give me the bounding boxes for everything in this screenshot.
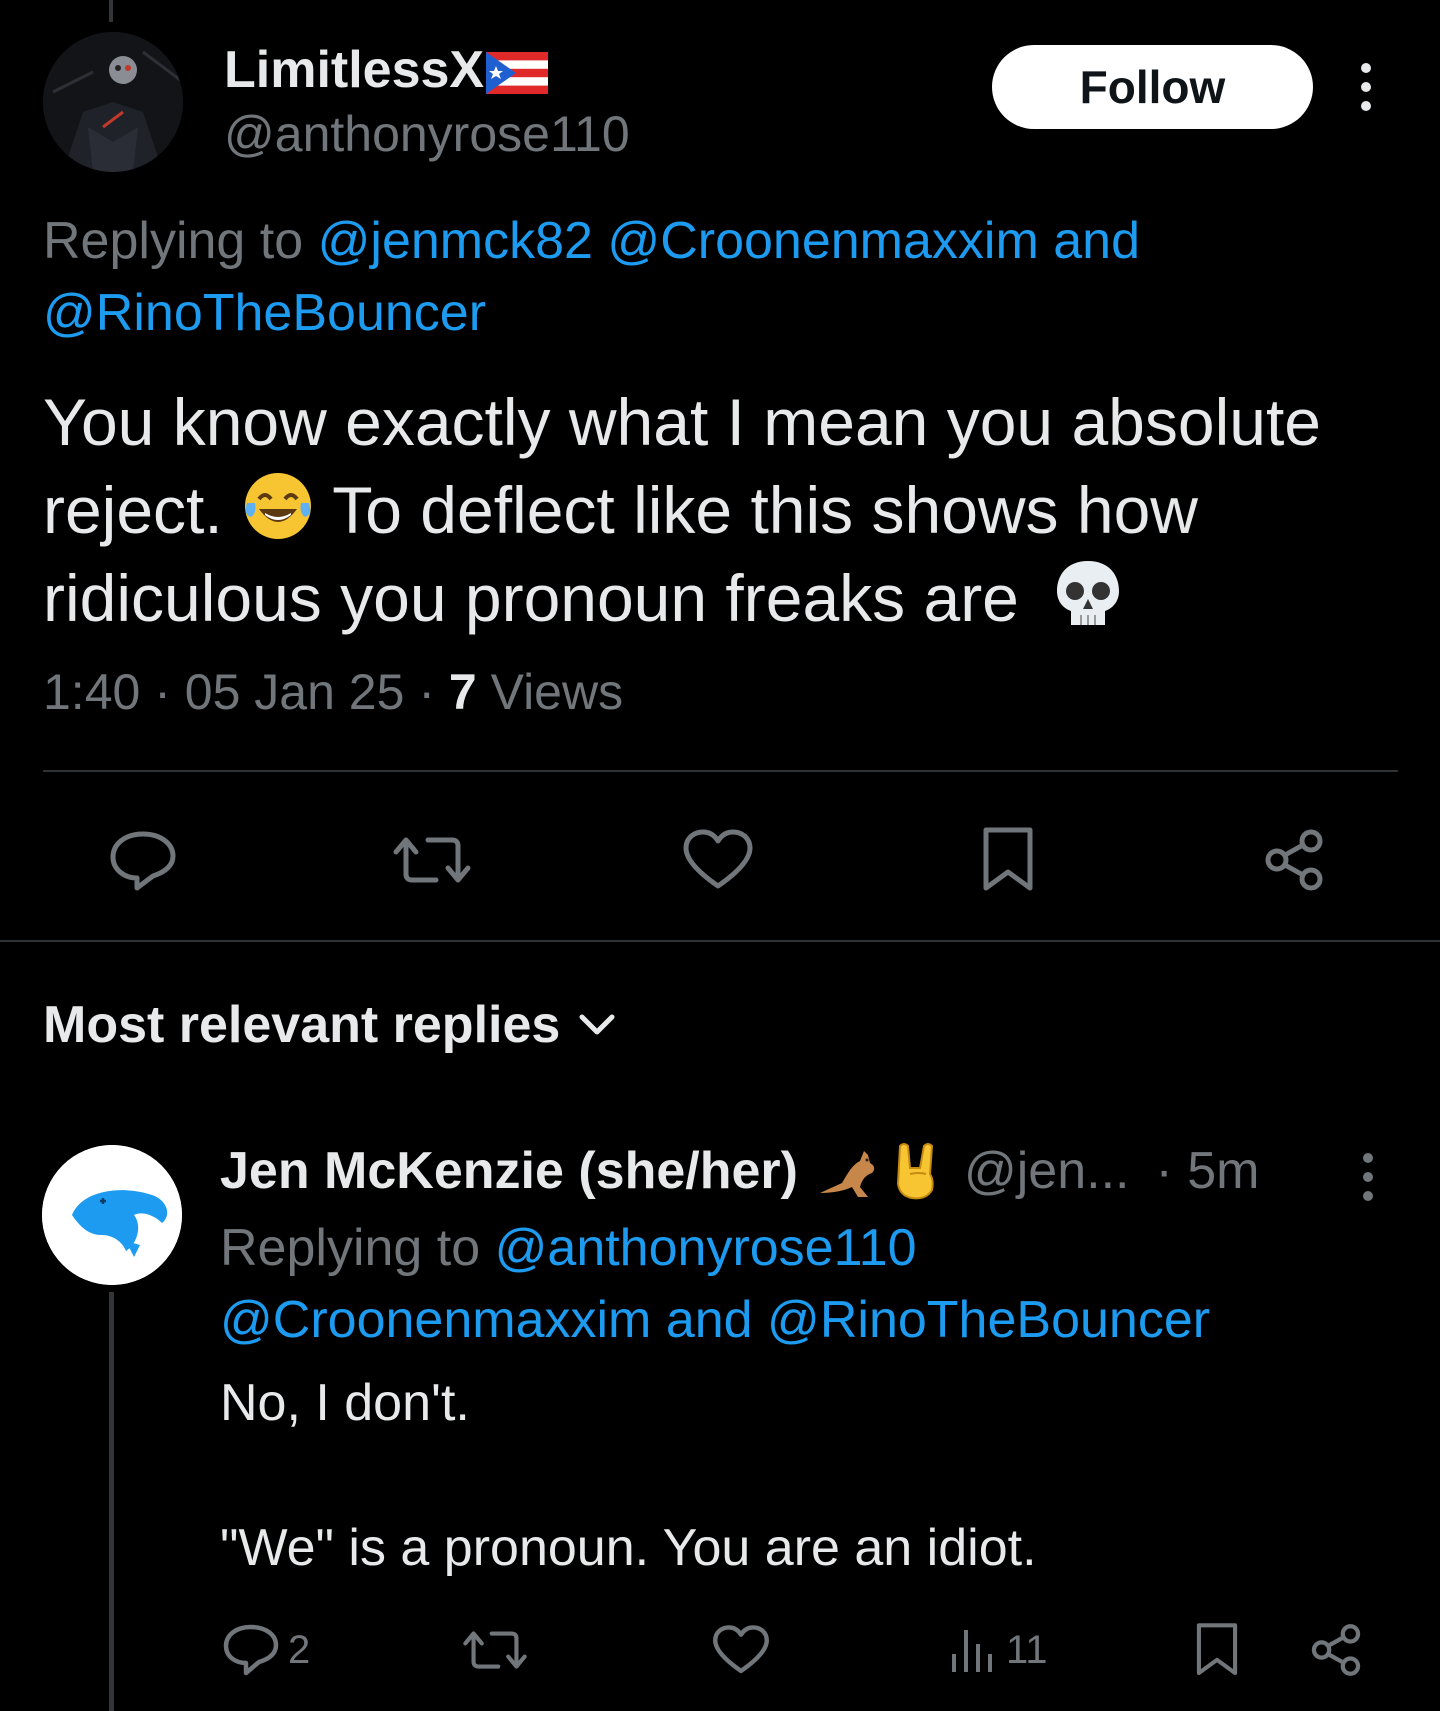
tweet-meta: 1:40 · 05 Jan 25 · 7 Views [43, 663, 623, 721]
author-handle[interactable]: @anthonyrose110 [224, 105, 630, 163]
reply-action[interactable]: 2 [222, 1610, 310, 1690]
like-icon[interactable] [712, 1610, 770, 1690]
mention-link[interactable]: @Croonenmaxxim [220, 1291, 651, 1349]
tweet-date[interactable]: 05 Jan 25 [185, 664, 405, 720]
share-icon[interactable] [1308, 1610, 1364, 1690]
tweet-text: You know exactly what I mean you absolut… [43, 378, 1403, 642]
reply-replying-to-line-1: Replying to @anthonyrose110 [220, 1212, 917, 1284]
reply-author-avatar[interactable] [42, 1145, 182, 1285]
mention-link[interactable]: @jenmck82 [318, 212, 593, 270]
view-count: 11 [1006, 1627, 1048, 1672]
chevron-down-icon [578, 1013, 616, 1037]
analytics-icon [948, 1624, 998, 1676]
reply-replying-to-line-2: @Croonenmaxxim and @RinoTheBouncer [220, 1284, 1210, 1356]
tweet-text-fragment: reject. [43, 473, 223, 547]
reply-icon [222, 1623, 280, 1677]
bookmark-icon[interactable] [1194, 1610, 1240, 1690]
tweet-text-line: ridiculous you pronoun freaks are [43, 554, 1403, 642]
mention-link[interactable]: @anthonyrose110 [495, 1219, 917, 1277]
mention-link[interactable]: @RinoTheBouncer [43, 284, 486, 342]
puerto-rico-flag-icon [486, 52, 549, 95]
display-name-text: LimitlessX [224, 41, 485, 99]
face-with-tears-of-joy-icon [241, 469, 315, 543]
meta-separator: · [418, 664, 435, 720]
share-icon[interactable] [1254, 820, 1334, 900]
retweet-icon[interactable] [462, 1610, 528, 1690]
reply-time[interactable]: · 5m [1155, 1141, 1259, 1201]
author-avatar[interactable] [43, 32, 183, 172]
reply-count: 2 [288, 1627, 311, 1672]
reply-handle[interactable]: @jen... [964, 1141, 1130, 1201]
kangaroo-icon [812, 1143, 880, 1199]
replying-and[interactable]: and [1053, 212, 1140, 270]
views-count: 7 [448, 664, 477, 720]
divider [43, 770, 1398, 772]
author-display-name[interactable]: LimitlessX [224, 40, 549, 100]
thread-connector [109, 1292, 114, 1711]
replying-to-line-2: @RinoTheBouncer [43, 277, 486, 349]
more-options-icon[interactable] [1356, 1152, 1380, 1202]
mention-link[interactable]: @Croonenmaxxim [607, 212, 1038, 270]
views-action[interactable]: 11 [948, 1610, 1048, 1690]
bookmark-icon[interactable] [968, 820, 1048, 900]
reply-icon[interactable] [103, 820, 183, 900]
skull-icon [1051, 557, 1125, 631]
sign-of-the-horns-icon [890, 1140, 944, 1202]
more-options-icon[interactable] [1354, 62, 1378, 112]
meta-separator: · [154, 664, 171, 720]
tweet-text-fragment: ridiculous you pronoun freaks are [43, 561, 1019, 635]
like-icon[interactable] [678, 820, 758, 900]
reply-display-name[interactable]: Jen McKenzie (she/her) [220, 1141, 798, 1201]
tweet-text-line: You know exactly what I mean you absolut… [43, 385, 1322, 459]
tweet-text-fragment: To deflect like this shows how [332, 473, 1198, 547]
section-divider [0, 940, 1440, 942]
reply-text-line: "We" is a pronoun. You are an idiot. [220, 1519, 1037, 1577]
views-label: Views [490, 664, 624, 720]
sort-label: Most relevant replies [43, 996, 561, 1054]
replying-prefix: Replying to [220, 1219, 481, 1277]
replying-to-line-1: Replying to @jenmck82 @Croonenmaxxim and [43, 205, 1140, 277]
replying-prefix: Replying to [43, 212, 304, 270]
tweet-text-line: reject. To deflect like this shows how [43, 466, 1403, 554]
reply-header: Jen McKenzie (she/her) @jen... · 5m [220, 1140, 1259, 1202]
tweet-time[interactable]: 1:40 [43, 664, 140, 720]
reply-text-line: No, I don't. [220, 1374, 470, 1432]
retweet-icon[interactable] [392, 820, 472, 900]
mention-link[interactable]: @RinoTheBouncer [767, 1291, 1210, 1349]
replying-and[interactable]: and [666, 1291, 753, 1349]
follow-button[interactable]: Follow [992, 45, 1313, 129]
thread-connector-top [109, 0, 113, 22]
replies-sort-dropdown[interactable]: Most relevant replies [43, 995, 616, 1055]
